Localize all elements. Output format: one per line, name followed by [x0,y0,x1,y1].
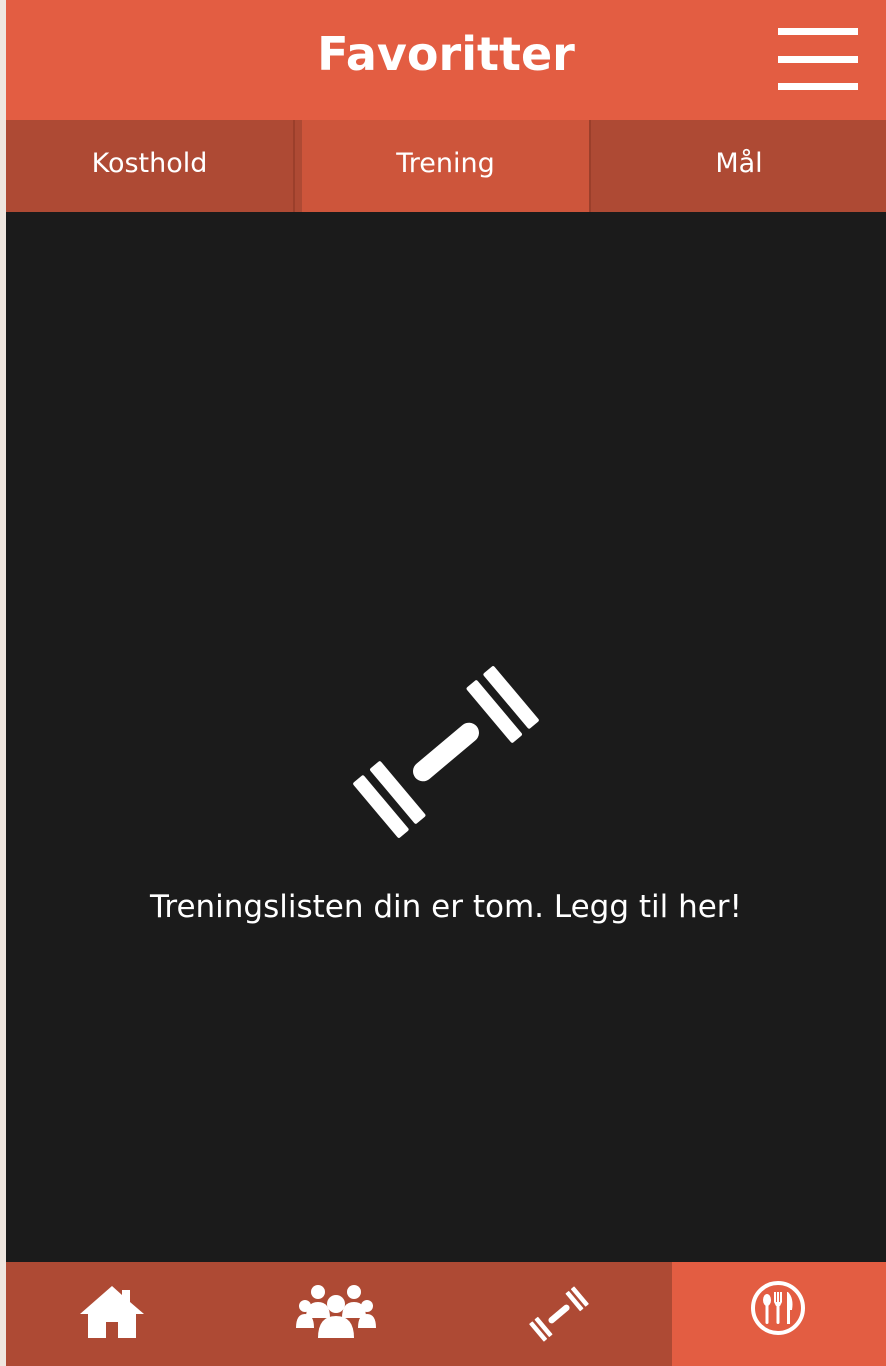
users-group-icon [296,1285,376,1338]
tab-maal[interactable]: Mål [592,120,886,212]
nav-home[interactable] [6,1262,228,1366]
nav-community[interactable] [228,1262,450,1366]
nav-training[interactable] [450,1262,672,1366]
home-icon [80,1286,144,1338]
dumbbell-icon [346,652,546,852]
tab-divider [293,120,295,212]
tab-bar: Kosthold Trening Mål [6,120,886,212]
nav-nutrition[interactable] [672,1262,886,1366]
hamburger-menu-icon[interactable] [778,28,858,92]
tab-divider [589,120,591,212]
tab-trening[interactable]: Trening [302,120,589,212]
cutlery-icon [751,1281,805,1335]
app-screen: Favoritter Kosthold Trening Mål Trenings… [6,0,886,1366]
header-bar: Favoritter [6,0,886,120]
page-title: Favoritter [317,27,575,81]
tab-kosthold[interactable]: Kosthold [6,120,293,212]
bottom-navigation [6,1262,886,1366]
dumbbell-icon [529,1286,589,1342]
empty-state-message[interactable]: Treningslisten din er tom. Legg til her! [6,884,886,930]
